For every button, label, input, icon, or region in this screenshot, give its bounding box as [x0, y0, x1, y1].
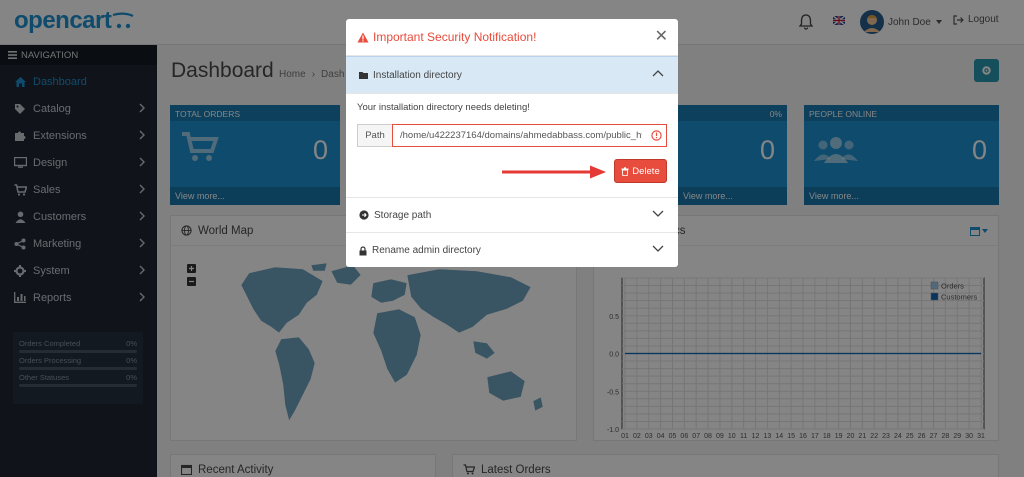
accordion-label: Storage path [374, 209, 432, 221]
delete-label: Delete [632, 165, 660, 177]
delete-button[interactable]: Delete [614, 159, 667, 183]
chevron-down-icon [652, 210, 664, 217]
accordion-storage-path[interactable]: Storage path [346, 198, 678, 233]
warning-message: Your installation directory needs deleti… [357, 102, 530, 113]
path-label: Path [357, 124, 392, 147]
chevron-up-icon [652, 70, 664, 77]
accordion-label: Rename admin directory [372, 245, 481, 256]
installation-directory-body: Your installation directory needs deleti… [346, 94, 678, 198]
error-circle-icon [651, 130, 662, 141]
annotation-arrow [502, 165, 606, 179]
arrow-circle-right-icon [359, 210, 369, 220]
modal-header: Important Security Notification! [346, 19, 678, 56]
accordion-label: Installation directory [373, 69, 462, 81]
path-input[interactable] [392, 124, 667, 147]
folder-icon [359, 72, 368, 79]
security-notification-modal: Important Security Notification! ✕ Insta… [346, 19, 678, 267]
trash-icon [621, 166, 629, 176]
modal-title: Important Security Notification! [373, 30, 537, 44]
close-icon[interactable]: ✕ [655, 29, 668, 45]
chevron-down-icon [652, 245, 664, 252]
accordion-rename-admin-directory[interactable]: Rename admin directory [346, 233, 678, 267]
accordion-installation-directory[interactable]: Installation directory [346, 56, 678, 94]
lock-icon [359, 245, 367, 255]
warning-icon [357, 32, 369, 42]
